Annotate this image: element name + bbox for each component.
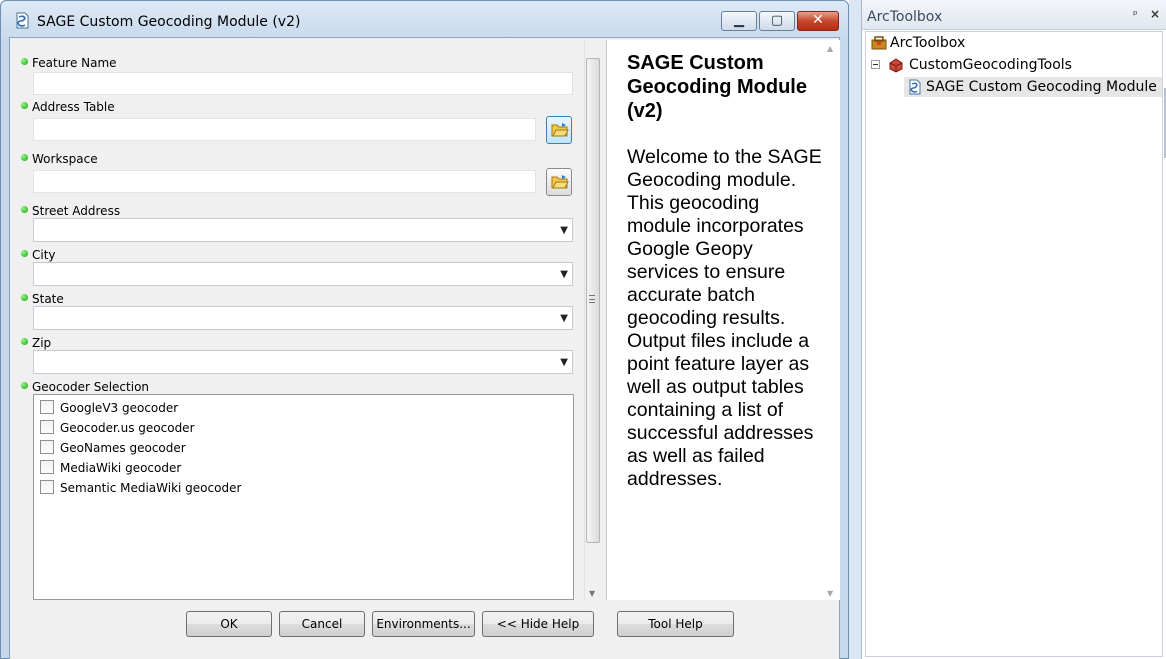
dropdown-arrow-icon: ▼ [560, 313, 568, 324]
required-indicator-icon [21, 382, 28, 389]
geocoder-option-label: Semantic MediaWiki geocoder [60, 481, 242, 495]
dialog-title: SAGE Custom Geocoding Module (v2) [37, 14, 301, 30]
arctoolbox-header: ArcToolbox ᵖ × [862, 0, 1166, 30]
dropdown-arrow-icon: ▼ [560, 269, 568, 280]
geocoder-option-label: MediaWiki geocoder [60, 461, 182, 475]
zip-label: Zip [32, 336, 52, 350]
arctoolbox-pane: ArcToolbox ᵖ × ArcToolbox CustomGeocodin… [861, 0, 1166, 659]
geocoder-selection-list: GoogleV3 geocoder Geocoder.us geocoder G… [33, 394, 574, 600]
checkbox[interactable] [40, 460, 54, 474]
scroll-down-icon[interactable]: ▼ [589, 589, 595, 598]
address-table-browse-button[interactable] [546, 116, 572, 144]
address-table-input[interactable] [33, 118, 536, 141]
required-indicator-icon [21, 206, 28, 213]
python-script-icon [909, 79, 921, 95]
scroll-down-icon[interactable]: ▼ [827, 589, 833, 598]
help-panel: SAGE Custom Geocoding Module (v2) Welcom… [606, 40, 840, 600]
state-dropdown[interactable]: ▼ [33, 306, 573, 330]
maximize-icon: ▢ [770, 13, 784, 28]
help-scrollbar[interactable]: ▲ ▼ [823, 40, 840, 600]
python-script-icon [16, 12, 29, 29]
required-indicator-icon [21, 338, 28, 345]
help-description: Welcome to the SAGE Geocoding module. Th… [627, 146, 822, 490]
close-button[interactable]: ✕ [797, 11, 839, 31]
workspace-browse-button[interactable] [546, 168, 572, 196]
geocoder-option-label: GeoNames geocoder [60, 441, 186, 455]
checkbox[interactable] [40, 400, 54, 414]
toolbox-red-icon [889, 58, 903, 73]
pin-icon[interactable]: ᵖ [1133, 8, 1138, 21]
toolbox-tree: ArcToolbox CustomGeocodingTools SAGE Cus… [865, 31, 1163, 657]
close-icon: ✕ [812, 12, 824, 28]
hide-help-button[interactable]: << Hide Help [482, 611, 594, 637]
state-label: State [32, 292, 64, 306]
street-address-dropdown[interactable]: ▼ [33, 218, 573, 242]
dropdown-arrow-icon: ▼ [560, 225, 568, 236]
tree-item-customgeocodingtools[interactable]: CustomGeocodingTools [868, 55, 1158, 75]
minimize-icon: ▁ [734, 13, 744, 28]
dialog-client-area: Feature Name Address Table Workspace Str… [9, 37, 840, 659]
tree-item-label: SAGE Custom Geocoding Module (v [926, 79, 1163, 95]
ok-button[interactable]: OK [186, 611, 272, 637]
collapse-icon[interactable] [871, 60, 880, 69]
checkbox[interactable] [40, 420, 54, 434]
parameters-scrollbar[interactable]: ▼ [584, 40, 601, 600]
help-title: SAGE Custom Geocoding Module (v2) [627, 52, 807, 122]
splitter-grip-icon [589, 295, 595, 303]
workspace-label: Workspace [32, 152, 98, 166]
tree-item-arctoolbox[interactable]: ArcToolbox [868, 33, 1158, 53]
required-indicator-icon [21, 250, 28, 257]
dialog-titlebar[interactable]: SAGE Custom Geocoding Module (v2) ▁ ▢ ✕ [1, 1, 848, 37]
feature-name-label: Feature Name [32, 56, 117, 70]
toolbox-icon [871, 36, 887, 50]
cancel-button[interactable]: Cancel [279, 611, 365, 637]
dropdown-arrow-icon: ▼ [560, 357, 568, 368]
parameters-panel: Feature Name Address Table Workspace Str… [12, 40, 592, 600]
zip-dropdown[interactable]: ▼ [33, 350, 573, 374]
scroll-up-icon[interactable]: ▲ [827, 44, 833, 53]
city-dropdown[interactable]: ▼ [33, 262, 573, 286]
required-indicator-icon [21, 58, 28, 65]
workspace-input[interactable] [33, 170, 536, 193]
close-icon[interactable]: × [1150, 7, 1160, 21]
required-indicator-icon [21, 294, 28, 301]
geocoder-option-label: GoogleV3 geocoder [60, 401, 179, 415]
minimize-button[interactable]: ▁ [721, 11, 757, 31]
dialog-button-bar: OK Cancel Environments... << Hide Help T… [10, 600, 839, 659]
checkbox[interactable] [40, 480, 54, 494]
tree-item-sage-tool[interactable]: SAGE Custom Geocoding Module (v [904, 77, 1162, 97]
city-label: City [32, 248, 56, 262]
tool-help-button[interactable]: Tool Help [617, 611, 734, 637]
environments-button[interactable]: Environments... [372, 611, 475, 637]
geoprocessing-dialog: SAGE Custom Geocoding Module (v2) ▁ ▢ ✕ … [0, 0, 849, 659]
open-folder-icon [551, 123, 569, 137]
arctoolbox-title: ArcToolbox [867, 9, 943, 25]
feature-name-input[interactable] [33, 72, 573, 95]
required-indicator-icon [21, 154, 28, 161]
checkbox[interactable] [40, 440, 54, 454]
tree-item-label: ArcToolbox [890, 35, 966, 51]
required-indicator-icon [21, 102, 28, 109]
maximize-button[interactable]: ▢ [759, 11, 795, 31]
address-table-label: Address Table [32, 100, 115, 114]
tree-item-label: CustomGeocodingTools [909, 57, 1072, 73]
open-folder-icon [551, 175, 569, 189]
geocoder-selection-label: Geocoder Selection [32, 380, 150, 394]
street-address-label: Street Address [32, 204, 121, 218]
pane-splitter[interactable] [849, 0, 861, 659]
geocoder-option-label: Geocoder.us geocoder [60, 421, 195, 435]
